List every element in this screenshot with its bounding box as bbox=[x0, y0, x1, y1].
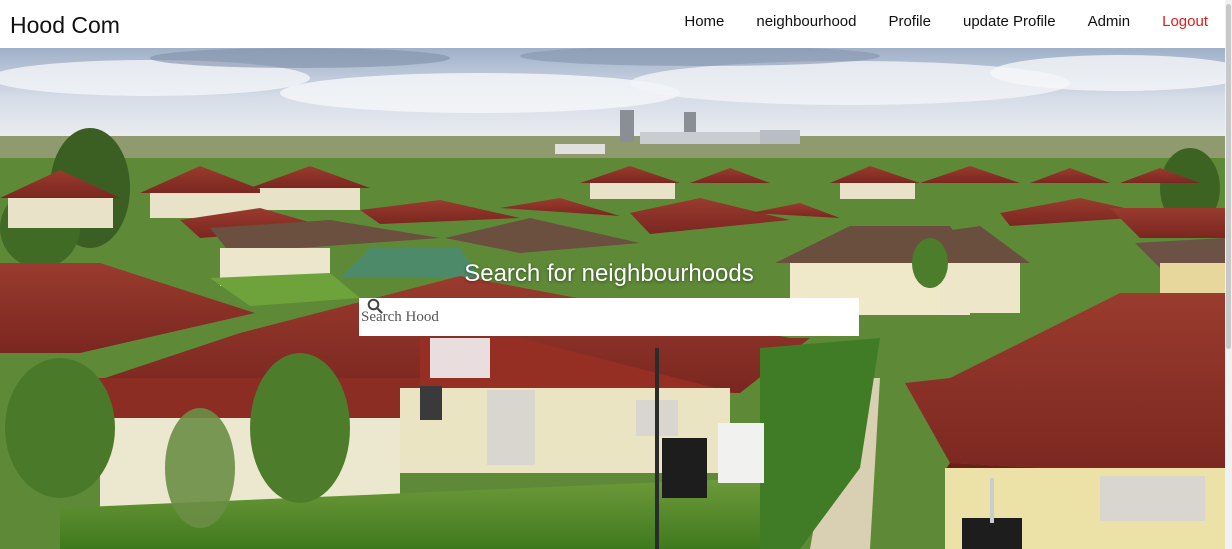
nav-profile-link[interactable]: Profile bbox=[888, 13, 931, 30]
nav-logout-link[interactable]: Logout bbox=[1162, 13, 1208, 30]
scrollbar-thumb[interactable] bbox=[1226, 4, 1231, 349]
scrollbar-track[interactable] bbox=[1225, 0, 1232, 549]
search-icon bbox=[367, 298, 383, 314]
nav-links: Home neighbourhood Profile update Profil… bbox=[652, 0, 1225, 45]
navbar: Hood Com Home neighbourhood Profile upda… bbox=[0, 0, 1225, 48]
nav-home-link[interactable]: Home bbox=[684, 13, 724, 30]
hero-section: Search for neighbourhoods bbox=[0, 48, 1225, 549]
nav-neighbourhood-link[interactable]: neighbourhood bbox=[756, 13, 856, 30]
search-box bbox=[359, 298, 859, 336]
brand-link[interactable]: Hood Com bbox=[0, 13, 120, 37]
search-input[interactable] bbox=[359, 299, 859, 335]
nav-update-profile-link[interactable]: update Profile bbox=[963, 13, 1056, 30]
nav-admin-link[interactable]: Admin bbox=[1088, 13, 1131, 30]
hero-title: Search for neighbourhoods bbox=[464, 260, 754, 287]
